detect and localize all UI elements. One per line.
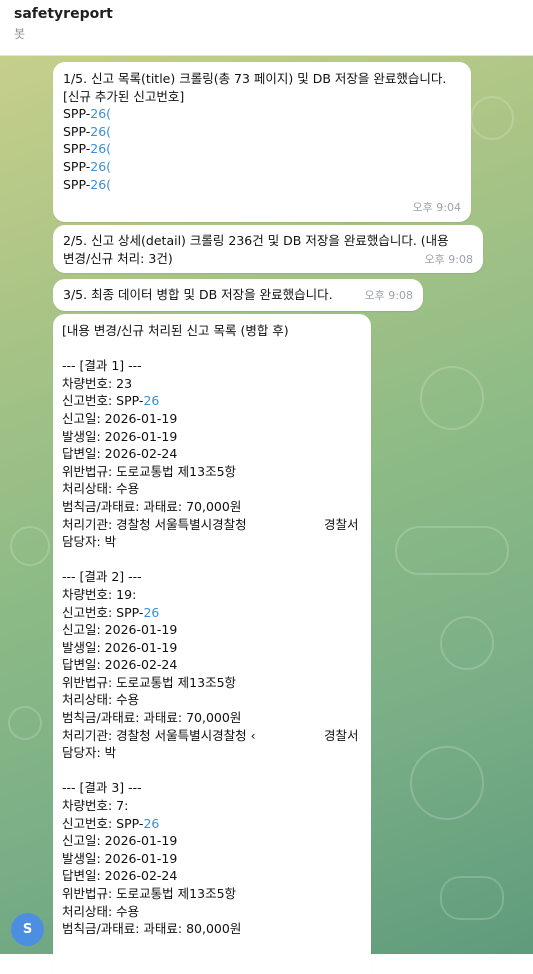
manager: 담당자: 박 bbox=[62, 745, 117, 761]
report-label: 신고번호: SPP- bbox=[62, 815, 144, 831]
report-id-line: SPP-26( bbox=[63, 105, 461, 123]
message-time: 오후 9:08 bbox=[424, 253, 473, 267]
report-id-link[interactable]: 26( bbox=[90, 106, 111, 121]
doodle-circle bbox=[8, 706, 42, 740]
fine-amount: 범칙금/과태료: 과태료: 80,000원 bbox=[62, 921, 242, 937]
report-number: 신고번호: SPP-26 bbox=[62, 604, 362, 622]
report-prefix: SPP- bbox=[63, 123, 91, 139]
occur-date: 발생일: 2026-01-19 bbox=[62, 850, 178, 866]
report-date: 신고일: 2026-01-19 bbox=[62, 622, 178, 638]
agency-line: 처리기관: 경찰청 서울특별시경찰청 ‹ 경찰서 bbox=[62, 727, 362, 745]
report-number: 신고번호: SPP-26 bbox=[62, 815, 362, 833]
report-prefix: SPP- bbox=[63, 141, 91, 157]
result-header: --- [결과 3] --- bbox=[62, 780, 142, 796]
manager: 담당자: 박 bbox=[62, 534, 117, 550]
chat-title: safetyreport bbox=[14, 6, 113, 22]
violation-law: 위반법규: 도로교통법 제13조5항 bbox=[62, 463, 237, 479]
message-text: 2/5. 신고 상세(detail) 크롤링 236건 및 DB 저장을 완료했… bbox=[63, 233, 449, 248]
report-id-line: SPP-26( bbox=[63, 176, 461, 194]
answer-date: 답변일: 2026-02-24 bbox=[62, 868, 178, 884]
message-text: 변경/신규 처리: 3건) bbox=[63, 250, 173, 266]
process-status: 처리상태: 수용 bbox=[62, 692, 140, 708]
report-id-link[interactable]: 26 bbox=[143, 393, 159, 408]
report-prefix: SPP- bbox=[63, 176, 91, 192]
chat-subtitle: 봇 bbox=[14, 27, 26, 41]
process-status: 처리상태: 수용 bbox=[62, 903, 140, 919]
result-header: --- [결과 2] --- bbox=[62, 569, 142, 585]
report-date: 신고일: 2026-01-19 bbox=[62, 410, 178, 426]
doodle-circle bbox=[420, 366, 484, 430]
doodle-circle bbox=[410, 746, 484, 820]
message-bubble-2[interactable]: 2/5. 신고 상세(detail) 크롤링 236건 및 DB 저장을 완료했… bbox=[53, 225, 483, 273]
agency: 처리기관: 경찰청 서울특별시경찰청 ‹ bbox=[62, 727, 256, 743]
car-number: 차량번호: 19: bbox=[62, 586, 137, 602]
chat-header[interactable]: safetyreport 봇 bbox=[0, 0, 533, 56]
message-time: 오후 9:04 bbox=[412, 201, 461, 215]
report-prefix: SPP- bbox=[63, 106, 91, 122]
doodle-circle bbox=[10, 526, 50, 566]
agency-tail: 경찰서 bbox=[324, 727, 359, 743]
process-status: 처리상태: 수용 bbox=[62, 481, 140, 497]
report-id-link[interactable]: 26( bbox=[90, 124, 111, 139]
violation-law: 위반법규: 도로교통법 제13조5항 bbox=[62, 886, 237, 901]
message-bubble-3[interactable]: 3/5. 최종 데이터 병합 및 DB 저장을 완료했습니다. 오후 9:08 bbox=[53, 279, 423, 311]
report-label: 신고번호: SPP- bbox=[62, 604, 144, 620]
result-header: --- [결과 1] --- bbox=[62, 358, 142, 374]
doodle-circle bbox=[440, 616, 494, 670]
report-id-link[interactable]: 26( bbox=[90, 141, 111, 156]
report-id-link[interactable]: 26( bbox=[90, 177, 111, 192]
message-text: 1/5. 신고 목록(title) 크롤링(총 73 페이지) 및 DB 저장을… bbox=[63, 71, 447, 86]
agency-tail: 경찰서 bbox=[324, 516, 359, 532]
message-heading: [내용 변경/신규 처리된 신고 목록 (병합 후) bbox=[62, 323, 289, 338]
agency-line: 처리기관: 경찰청 서울특별시경찰청 경찰서 bbox=[62, 516, 362, 534]
message-time: 오후 9:08 bbox=[364, 289, 413, 303]
report-id-link[interactable]: 26 bbox=[143, 605, 159, 620]
message-text: [신규 추가된 신고번호] bbox=[63, 88, 185, 104]
bot-avatar[interactable]: S bbox=[11, 913, 44, 946]
message-bubble-4[interactable]: [내용 변경/신규 처리된 신고 목록 (병합 후) --- [결과 1] --… bbox=[53, 314, 371, 974]
report-id-line: SPP-26( bbox=[63, 158, 461, 176]
report-number: 신고번호: SPP-26 bbox=[62, 392, 362, 410]
occur-date: 발생일: 2026-01-19 bbox=[62, 639, 178, 655]
fine-amount: 범칙금/과태료: 과태료: 70,000원 bbox=[62, 498, 242, 514]
answer-date: 답변일: 2026-02-24 bbox=[62, 446, 178, 462]
report-id-link[interactable]: 26( bbox=[90, 159, 111, 174]
car-number: 차량번호: 7: bbox=[62, 798, 129, 814]
report-prefix: SPP- bbox=[63, 158, 91, 174]
report-id-link[interactable]: 26 bbox=[143, 816, 159, 831]
report-label: 신고번호: SPP- bbox=[62, 393, 144, 409]
fine-amount: 범칙금/과태료: 과태료: 70,000원 bbox=[62, 710, 242, 726]
report-id-line: SPP-26( bbox=[63, 123, 461, 141]
doodle-shape bbox=[395, 526, 509, 575]
message-text: 3/5. 최종 데이터 병합 및 DB 저장을 완료했습니다. bbox=[63, 287, 333, 302]
report-id-line: SPP-26( bbox=[63, 140, 461, 158]
answer-date: 답변일: 2026-02-24 bbox=[62, 657, 178, 673]
car-number: 차량번호: 23 bbox=[62, 375, 133, 391]
doodle-circle bbox=[470, 96, 514, 140]
agency: 처리기관: 경찰청 서울특별시경찰청 bbox=[62, 516, 247, 532]
doodle-shape bbox=[440, 876, 504, 920]
message-bubble-1[interactable]: 1/5. 신고 목록(title) 크롤링(총 73 페이지) 및 DB 저장을… bbox=[53, 62, 471, 222]
occur-date: 발생일: 2026-01-19 bbox=[62, 428, 178, 444]
violation-law: 위반법규: 도로교통법 제13조5항 bbox=[62, 674, 237, 690]
report-date: 신고일: 2026-01-19 bbox=[62, 833, 178, 849]
